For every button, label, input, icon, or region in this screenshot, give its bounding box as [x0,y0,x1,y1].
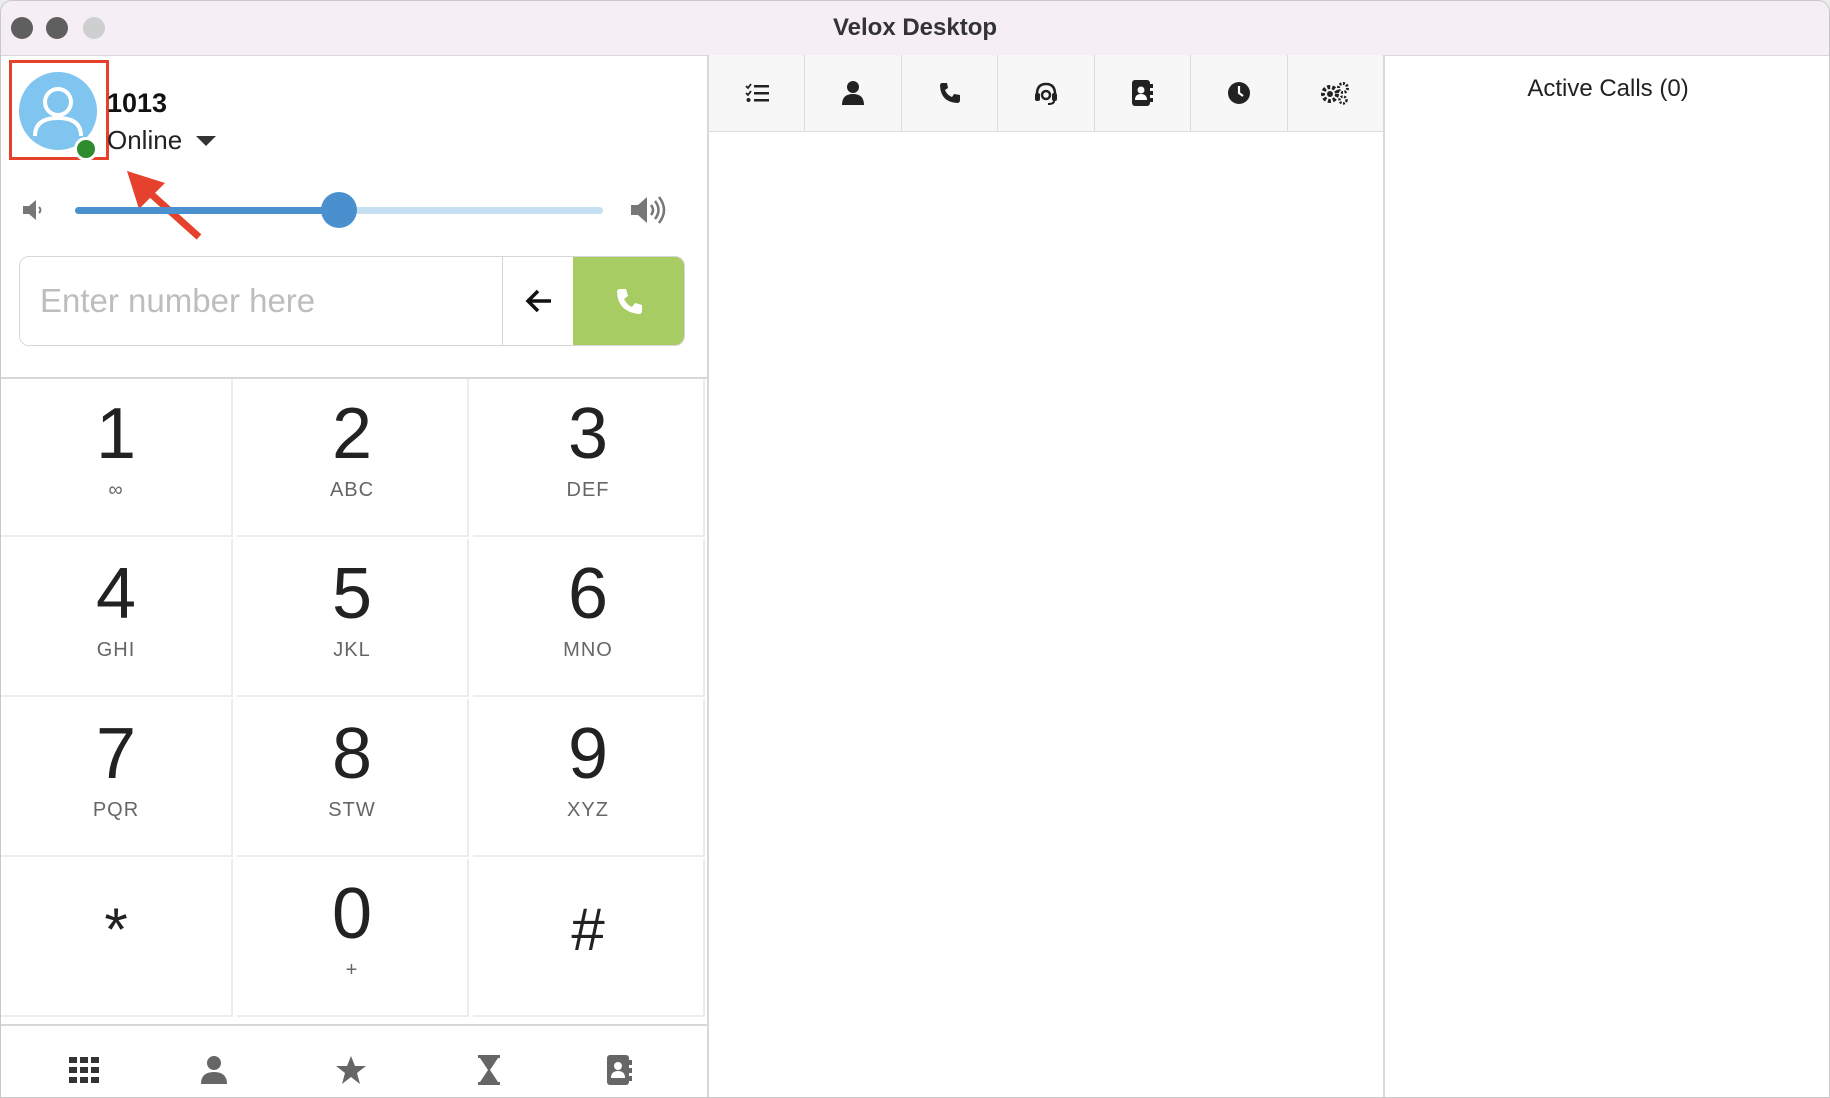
key-digit: 8 [331,714,373,794]
key-0[interactable]: 0 + [237,859,469,1017]
key-letters: XYZ [567,799,609,821]
tool-history[interactable] [1191,55,1288,131]
presence-dot [74,137,98,161]
arrow-left-icon [525,289,551,313]
key-letters: ABC [329,479,375,501]
phone-icon [616,289,642,314]
key-digit: 3 [567,394,609,474]
active-calls-panel: Active Calls (0) [1385,55,1829,1097]
key-letters: + [345,959,359,981]
tab-contacts[interactable] [192,1048,236,1092]
key-letters: DEF [566,479,610,501]
key-letters: JKL [333,639,371,661]
user-icon [842,81,865,105]
content-panel [709,55,1385,1097]
key-8[interactable]: 8 STW [237,699,469,857]
key-9[interactable]: 9 XYZ [473,699,705,857]
list-check-icon [745,83,769,102]
key-6[interactable]: 6 MNO [473,539,705,697]
key-digit: 7 [95,714,137,794]
volume-slider-fill [75,207,339,214]
user-icon [201,1056,227,1084]
key-digit: 4 [95,554,137,634]
toolbar [709,55,1383,132]
volume-low-icon[interactable] [21,197,47,223]
active-calls-title: Active Calls (0) [1527,75,1689,102]
tool-calls[interactable] [902,55,999,131]
number-entry [19,256,685,346]
volume-slider-thumb[interactable] [321,192,357,228]
tool-tasks[interactable] [709,55,806,131]
call-button[interactable] [573,257,684,345]
key-7[interactable]: 7 PQR [1,699,233,857]
gears-icon [1321,82,1350,105]
star-icon [336,1056,366,1084]
key-4[interactable]: 4 GHI [1,539,233,697]
key-digit: 9 [567,714,609,794]
keypad-icon [69,1057,99,1083]
key-digit: 0 [331,874,373,954]
tab-history[interactable] [467,1048,511,1092]
key-letters: PQR [92,799,140,821]
extension-number: 1013 [107,88,168,118]
key-3[interactable]: 3 DEF [473,379,705,537]
key-5[interactable]: 5 JKL [237,539,469,697]
key-digit: 2 [331,394,373,474]
clock-icon [1227,82,1250,104]
volume-slider[interactable] [75,192,603,228]
status-dropdown[interactable]: Online [107,125,217,156]
hourglass-icon [478,1055,500,1085]
tab-keypad[interactable] [62,1048,106,1092]
key-letters: GHI [96,639,136,661]
key-digit: 6 [567,554,609,634]
key-digit: 5 [331,554,373,634]
window-title: Velox Desktop [832,14,998,41]
keypad: 1 ∞ 2 ABC 3 DEF 4 GHI 5 JKL 6 MNO 7 PQR 8 STW 9 XYZ * 0 + # [1,377,707,1017]
caret-down-icon [196,135,217,146]
status-label: Online [107,125,183,155]
tool-support[interactable] [998,55,1095,131]
key-digit: * [104,896,128,963]
number-input[interactable] [20,257,502,345]
key-letters: ∞ [108,479,124,501]
tool-address-book[interactable] [1095,55,1192,131]
key-star[interactable]: * [1,859,233,1017]
app-window: Velox Desktop 1013 Online Enter number h… [0,0,1830,1098]
avatar-highlight-box [9,60,109,161]
bottom-tab-bar [1,1024,707,1097]
key-letters: STW [328,799,376,821]
key-2[interactable]: 2 ABC [237,379,469,537]
tool-settings[interactable] [1288,55,1383,131]
address-book-icon [607,1055,632,1085]
phone-icon [939,83,960,103]
key-digit: # [571,896,605,963]
tab-address-book[interactable] [597,1048,641,1092]
address-book-icon [1132,80,1154,106]
title-bar: Velox Desktop [1,1,1829,56]
key-1[interactable]: 1 ∞ [1,379,233,537]
key-digit: 1 [95,394,137,474]
headset-icon [1034,82,1057,105]
key-hash[interactable]: # [473,859,705,1017]
annotation-arrow-icon [127,171,202,240]
volume-high-icon[interactable] [629,193,667,227]
key-letters: MNO [563,639,613,661]
dialer-panel: 1013 Online Enter number here 1 ∞ 2 ABC … [1,55,709,1097]
tab-favorites[interactable] [329,1048,373,1092]
backspace-button[interactable] [502,257,574,345]
tool-contacts[interactable] [805,55,902,131]
